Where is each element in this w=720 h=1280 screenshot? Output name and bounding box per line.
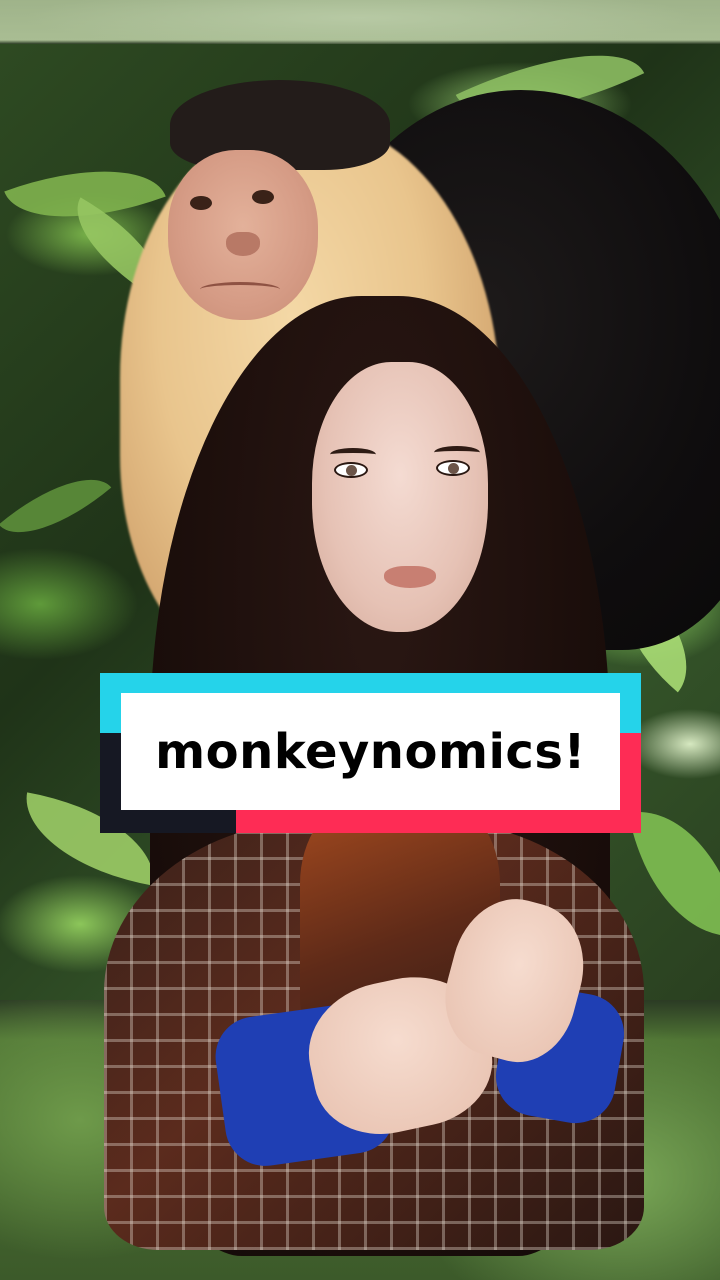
eyebrow-right: [434, 446, 480, 459]
monkey-nose: [226, 232, 260, 256]
monkey-mouth: [200, 282, 280, 297]
monkey-eye-right: [252, 190, 274, 204]
leaf: [0, 453, 112, 559]
woman-face: [312, 362, 488, 632]
monkey-eye-left: [190, 196, 212, 210]
video-frame[interactable]: monkeynomics!: [0, 0, 720, 1280]
caption-text: monkeynomics!: [155, 723, 586, 780]
caption-sticker: monkeynomics!: [100, 673, 641, 833]
eye-left: [334, 462, 368, 478]
monkey-cap: [170, 80, 390, 170]
leaf: [628, 797, 720, 951]
eyebrow-left: [330, 448, 376, 461]
woman-mouth: [384, 566, 436, 588]
eye-right: [436, 460, 470, 476]
caption-box: monkeynomics!: [121, 693, 620, 810]
